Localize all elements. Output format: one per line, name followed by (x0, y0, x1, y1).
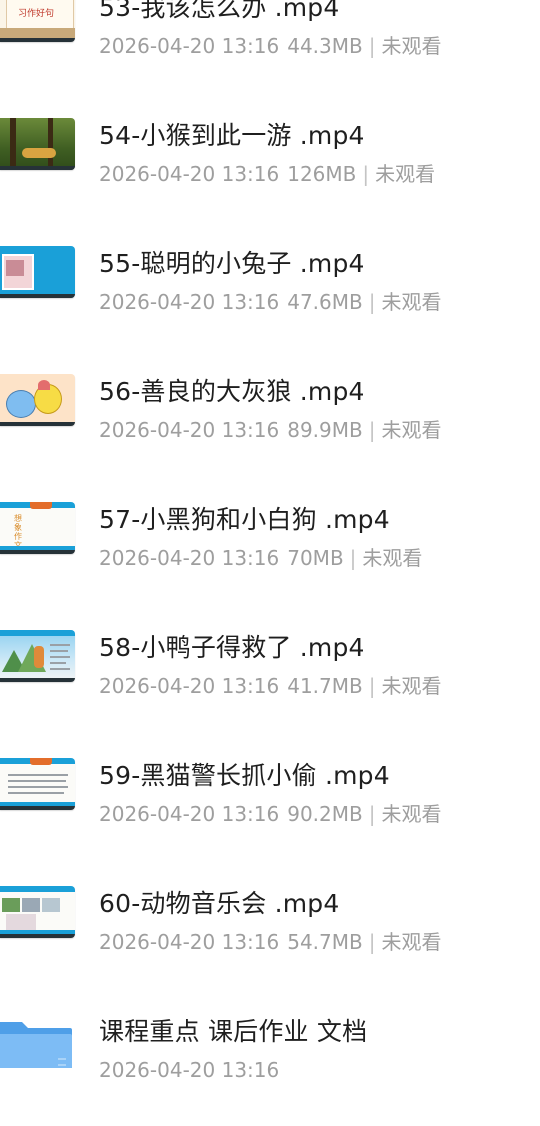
file-date: 2026-04-20 13:16 (99, 930, 280, 954)
watch-status: 未观看 (381, 34, 442, 58)
file-meta: 2026-04-20 13:16 90.2MB | 未观看 (99, 801, 442, 827)
video-thumbnail-icon (0, 246, 75, 298)
watch-status: 未观看 (375, 162, 436, 186)
thumbnail-caption: 想象作文 (14, 514, 22, 550)
file-size: 47.6MB (287, 290, 363, 314)
divider: | (362, 162, 370, 186)
list-item[interactable]: 59-黑猫警长抓小偷 .mp4 2026-04-20 13:16 90.2MB | 未… (0, 742, 540, 870)
folder-title[interactable]: 课程重点 课后作业 文档 (99, 1016, 367, 1048)
video-thumbnail-icon (0, 118, 75, 170)
file-title[interactable]: 53-我该怎么办 .mp4 (99, 0, 339, 24)
video-thumbnail-icon: 习作好句 (0, 0, 75, 42)
file-meta: 2026-04-20 13:16 47.6MB | 未观看 (99, 289, 442, 315)
file-size: 90.2MB (287, 802, 363, 826)
file-date: 2026-04-20 13:16 (99, 34, 280, 58)
divider: | (368, 930, 376, 954)
file-size: 44.3MB (287, 34, 363, 58)
list-item[interactable]: 56-善良的大灰狼 .mp4 2026-04-20 13:16 89.9MB | 未观… (0, 358, 540, 486)
file-date: 2026-04-20 13:16 (99, 674, 280, 698)
video-thumbnail-icon (0, 886, 75, 938)
file-date: 2026-04-20 13:16 (99, 802, 280, 826)
file-date: 2026-04-20 13:16 (99, 546, 280, 570)
file-title[interactable]: 57-小黑狗和小白狗 .mp4 (99, 504, 390, 536)
watch-status: 未观看 (381, 290, 442, 314)
watch-status: 未观看 (362, 546, 423, 570)
file-date: 2026-04-20 13:16 (99, 162, 280, 186)
divider: | (349, 546, 357, 570)
file-size: 70MB (287, 546, 344, 570)
list-item[interactable]: 55-聪明的小兔子 .mp4 2026-04-20 13:16 47.6MB | 未观… (0, 230, 540, 358)
file-meta: 2026-04-20 13:16 54.7MB | 未观看 (99, 929, 442, 955)
list-item[interactable]: 60-动物音乐会 .mp4 2026-04-20 13:16 54.7MB | 未观看 (0, 870, 540, 998)
file-title[interactable]: 59-黑猫警长抓小偷 .mp4 (99, 760, 390, 792)
file-size: 126MB (287, 162, 357, 186)
watch-status: 未观看 (381, 930, 442, 954)
file-list: 习作好句 53-我该怎么办 .mp4 2026-04-20 13:16 44.3M… (0, 0, 540, 1126)
file-meta: 2026-04-20 13:16 41.7MB | 未观看 (99, 673, 442, 699)
video-thumbnail-icon: 想象作文 (0, 502, 75, 554)
thumbnail-caption: 习作好句 (18, 9, 55, 19)
list-item[interactable]: 58-小鸭子得救了 .mp4 2026-04-20 13:16 41.7MB | 未观… (0, 614, 540, 742)
file-date: 2026-04-20 13:16 (99, 290, 280, 314)
folder-item[interactable]: 课程重点 课后作业 文档 2026-04-20 13:16 (0, 998, 540, 1126)
folder-icon-graphic (0, 1022, 72, 1068)
file-size: 41.7MB (287, 674, 363, 698)
video-thumbnail-icon (0, 374, 75, 426)
divider: | (368, 418, 376, 442)
video-thumbnail-icon (0, 758, 75, 810)
watch-status: 未观看 (381, 418, 442, 442)
watch-status: 未观看 (381, 802, 442, 826)
divider: | (368, 802, 376, 826)
file-title[interactable]: 54-小猴到此一游 .mp4 (99, 120, 365, 152)
folder-date: 2026-04-20 13:16 (99, 1058, 280, 1082)
list-item[interactable]: 习作好句 53-我该怎么办 .mp4 2026-04-20 13:16 44.3M… (0, 0, 540, 102)
list-item[interactable]: 想象作文 57-小黑狗和小白狗 .mp4 2026-04-20 13:16 70M… (0, 486, 540, 614)
divider: | (368, 674, 376, 698)
folder-meta: 2026-04-20 13:16 (99, 1057, 279, 1083)
file-meta: 2026-04-20 13:16 89.9MB | 未观看 (99, 417, 442, 443)
video-thumbnail-icon (0, 630, 75, 682)
file-title[interactable]: 58-小鸭子得救了 .mp4 (99, 632, 365, 664)
file-meta: 2026-04-20 13:16 126MB | 未观看 (99, 161, 435, 187)
file-title[interactable]: 60-动物音乐会 .mp4 (99, 888, 339, 920)
file-size: 54.7MB (287, 930, 363, 954)
divider: | (368, 290, 376, 314)
list-item[interactable]: 54-小猴到此一游 .mp4 2026-04-20 13:16 126MB | 未观看 (0, 102, 540, 230)
file-size: 89.9MB (287, 418, 363, 442)
file-meta: 2026-04-20 13:16 70MB | 未观看 (99, 545, 422, 571)
watch-status: 未观看 (381, 674, 442, 698)
file-meta: 2026-04-20 13:16 44.3MB | 未观看 (99, 33, 442, 59)
file-title[interactable]: 56-善良的大灰狼 .mp4 (99, 376, 365, 408)
divider: | (368, 34, 376, 58)
file-date: 2026-04-20 13:16 (99, 418, 280, 442)
folder-icon (0, 1016, 75, 1068)
file-title[interactable]: 55-聪明的小兔子 .mp4 (99, 248, 365, 280)
